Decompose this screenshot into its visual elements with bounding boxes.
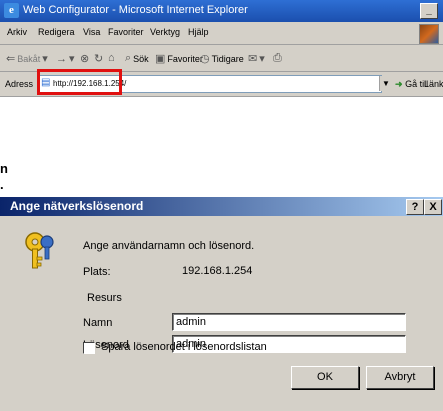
browser-content: n . [0, 97, 443, 196]
home-button[interactable]: ⌂ [108, 52, 115, 64]
back-label: Bakåt [17, 53, 41, 64]
dialog-title: Ange nätverkslösenord [10, 199, 144, 213]
address-label: Adress [5, 79, 34, 89]
home-icon: ⌂ [108, 52, 115, 64]
history-label: Tidigare [211, 53, 244, 64]
menu-verktyg[interactable]: Verktyg [150, 27, 180, 37]
back-dropdown-icon: ▾ [42, 53, 48, 65]
favorites-label: Favoriter [167, 53, 203, 64]
resource-label: Resurs [87, 292, 122, 304]
close-button[interactable]: X [424, 199, 442, 215]
dialog-prompt: Ange användarnamn och lösenord. [83, 240, 255, 252]
browser-title-bar: e Web Configurator - Microsoft Internet … [0, 0, 443, 22]
username-input[interactable]: admin [172, 313, 406, 331]
dialog-title-bar: Ange nätverkslösenord ? X [0, 197, 443, 216]
address-dropdown-icon[interactable]: ▼ [379, 76, 392, 91]
browser-title: Web Configurator - Microsoft Internet Ex… [23, 4, 248, 16]
back-button[interactable]: ⇐ Bakåt ▾ [6, 52, 48, 65]
toolbar: ⇐ Bakåt ▾ → ▾ ⊗ ↻ ⌂ ⌕ Sök ▣ Favoriter ◷ … [0, 45, 443, 72]
menu-arkiv[interactable]: Arkiv [7, 27, 27, 37]
ie-logo-icon: e [4, 3, 19, 18]
mail-icon: ✉ [248, 53, 258, 65]
search-button[interactable]: ⌕ Sök [125, 52, 149, 65]
links-button[interactable]: Länkar [424, 79, 443, 89]
username-label: Namn [83, 317, 113, 329]
minimize-button[interactable]: _ [420, 3, 438, 19]
cancel-button[interactable]: Avbryt [366, 366, 434, 389]
save-password-checkbox[interactable] [83, 342, 95, 354]
login-dialog: Ange nätverkslösenord ? X Ange användarn… [0, 196, 443, 411]
refresh-icon: ↻ [94, 53, 104, 65]
mail-dropdown-icon: ▾ [259, 53, 265, 65]
back-arrow-icon: ⇐ [6, 53, 16, 65]
screenshot: e Web Configurator - Microsoft Internet … [0, 0, 443, 411]
history-icon: ◷ [200, 53, 210, 65]
background-text-fragment: n [0, 161, 8, 176]
help-button[interactable]: ? [406, 199, 424, 215]
forward-arrow-icon: → [56, 52, 67, 65]
stop-button[interactable]: ⊗ [80, 52, 89, 65]
site-label: Plats: [83, 266, 111, 278]
windows-logo-icon [419, 24, 439, 44]
forward-dropdown-icon: ▾ [69, 53, 75, 65]
refresh-button[interactable]: ↻ [94, 52, 103, 65]
go-arrow-icon: ➜ [395, 79, 403, 89]
forward-button[interactable]: → ▾ [56, 52, 75, 66]
menu-redigera[interactable]: Redigera [38, 27, 75, 37]
browser-window: e Web Configurator - Microsoft Internet … [0, 0, 443, 196]
search-icon: ⌕ [125, 52, 132, 64]
favorites-icon: ▣ [155, 53, 166, 65]
username-value: admin [176, 316, 206, 328]
menu-hjalp[interactable]: Hjälp [188, 27, 209, 37]
history-button[interactable]: ◷ Tidigare [200, 52, 244, 65]
menu-bar: Arkiv Redigera Visa Favoriter Verktyg Hj… [0, 22, 443, 45]
favorites-button[interactable]: ▣ Favoriter [155, 52, 203, 65]
menu-visa[interactable]: Visa [83, 27, 100, 37]
print-icon: ⎙ [273, 52, 282, 64]
menu-favoriter[interactable]: Favoriter [108, 27, 144, 37]
stop-icon: ⊗ [80, 53, 90, 65]
mail-button[interactable]: ✉ ▾ [248, 52, 265, 65]
site-value: 192.168.1.254 [182, 265, 253, 277]
keys-icon [25, 232, 54, 269]
save-password-label: Spara lösenordet i lösenordslistan [101, 341, 267, 353]
print-button[interactable]: ⎙ [273, 52, 282, 65]
address-highlight-box [37, 69, 122, 95]
ok-button[interactable]: OK [291, 366, 359, 389]
search-label: Sök [133, 53, 149, 64]
background-text-fragment: . [0, 177, 4, 192]
